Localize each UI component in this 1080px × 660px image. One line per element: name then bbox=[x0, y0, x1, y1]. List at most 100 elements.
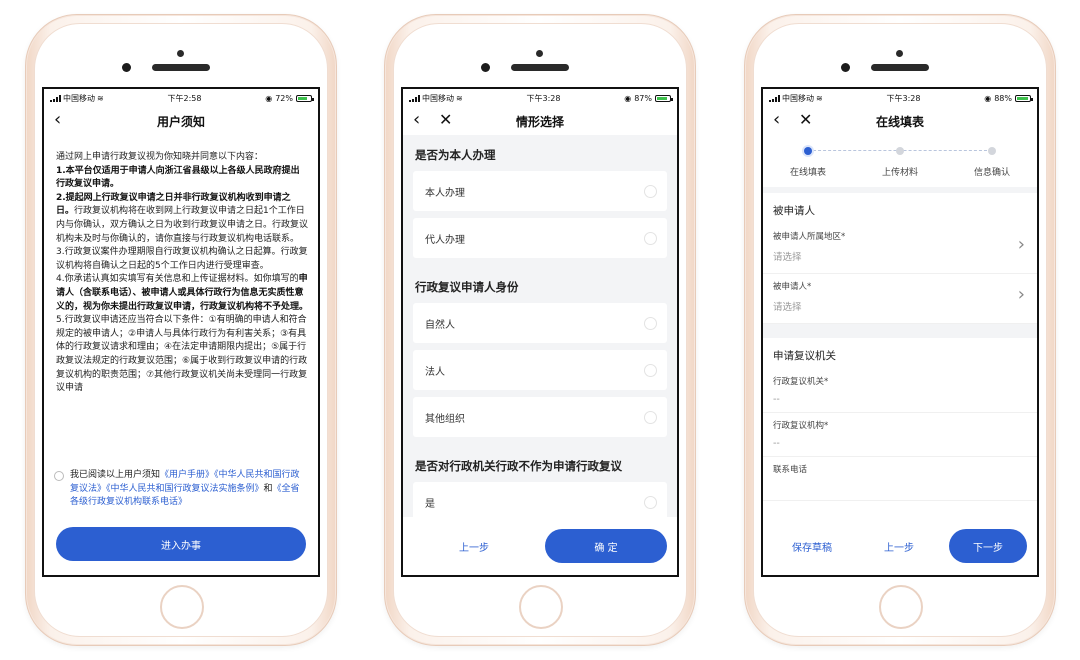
home-button[interactable] bbox=[879, 585, 923, 629]
front-camera bbox=[481, 63, 490, 72]
radio-icon[interactable] bbox=[644, 184, 657, 198]
wifi-icon: ≋ bbox=[816, 93, 823, 103]
notice-item-4: 4.你承诺认真如实填写有关信息和上传证据材料。如你填写的申请人（含联系电话）、被… bbox=[56, 274, 309, 312]
status-time: 下午2:58 bbox=[167, 93, 202, 103]
question-title: 行政复议申请人身份 bbox=[415, 280, 519, 294]
radio-icon[interactable] bbox=[644, 363, 657, 377]
battery-icon bbox=[655, 94, 673, 102]
question-title: 是否对行政机关行政不作为申请行政复议 bbox=[415, 459, 622, 473]
location-icon: ◉ bbox=[624, 93, 632, 103]
section-divider bbox=[763, 324, 1037, 338]
screen-online-form: 中国移动 ≋ 下午3:28 ◉ 88% ‹ ✕ 在线填表 在线填表 上传材料 信… bbox=[761, 87, 1039, 577]
earpiece-speaker bbox=[511, 64, 569, 71]
link-review-regulation[interactable]: 《中华人民共和国行政复议法实施条例》 bbox=[106, 484, 264, 494]
save-draft-button[interactable]: 保存草稿 bbox=[775, 539, 849, 554]
battery-icon bbox=[296, 94, 314, 102]
notice-item-3: 3.行政复议案件办理期限自行政复议机构确认之日起算。行政复议机构将自确认之日起的… bbox=[56, 247, 308, 271]
option-proxy[interactable]: 代人办理 bbox=[413, 218, 667, 258]
location-icon: ◉ bbox=[265, 93, 273, 103]
close-icon[interactable]: ✕ bbox=[799, 111, 812, 129]
signal-icon bbox=[409, 94, 420, 102]
page-title: 在线填表 bbox=[875, 114, 924, 129]
option-legal-person[interactable]: 法人 bbox=[413, 350, 667, 390]
earpiece-speaker bbox=[871, 64, 929, 71]
respondent-region-field[interactable]: 被申请人所属地区* 请选择 › bbox=[763, 224, 1037, 274]
contact-phone-field: 联系电话 bbox=[763, 457, 1037, 501]
carrier-label: 中国移动 bbox=[63, 93, 95, 103]
screen-situation-select: 中国移动 ≋ 下午3:28 ◉ 87% ‹ ✕ 情形选择 是否为本人办理 本人办… bbox=[401, 87, 679, 577]
question-title: 是否为本人办理 bbox=[415, 148, 496, 162]
step-dot bbox=[896, 147, 904, 155]
front-camera bbox=[841, 63, 850, 72]
battery-percent: 72% bbox=[275, 93, 293, 103]
earpiece-speaker bbox=[152, 64, 210, 71]
agreement-text: 我已阅读以上用户须知《用户手册》《中华人民共和国行政复议法》《中华人民共和国行政… bbox=[70, 470, 300, 508]
step-label: 信息确认 bbox=[973, 168, 1010, 178]
notice-item-2: 2.提起网上行政复议申请之日并非行政复议机构收到申请之日。行政复议机构将在收到网… bbox=[56, 192, 309, 244]
back-icon[interactable]: ‹ bbox=[413, 111, 420, 129]
radio-icon[interactable] bbox=[644, 231, 657, 245]
sensor-dot bbox=[536, 50, 543, 57]
option-other-org[interactable]: 其他组织 bbox=[413, 397, 667, 437]
step-dot bbox=[988, 147, 996, 155]
footer-bar: 上一步 确 定 bbox=[403, 517, 677, 575]
signal-icon bbox=[769, 94, 780, 102]
location-icon: ◉ bbox=[984, 93, 992, 103]
back-icon[interactable]: ‹ bbox=[54, 111, 61, 129]
option-yes[interactable]: 是 bbox=[413, 482, 667, 522]
phone-frame-3: 中国移动 ≋ 下午3:28 ◉ 88% ‹ ✕ 在线填表 在线填表 上传材料 信… bbox=[744, 14, 1056, 646]
step-label: 上传材料 bbox=[881, 168, 918, 178]
phone-frame-2: 中国移动 ≋ 下午3:28 ◉ 87% ‹ ✕ 情形选择 是否为本人办理 本人办… bbox=[384, 14, 696, 646]
notice-item-1: 1.本平台仅适用于申请人向浙江省县级以上各级人民政府提出行政复议申请。 bbox=[56, 165, 300, 190]
section-title: 申请复议机关 bbox=[773, 350, 836, 362]
notice-intro: 通过网上申请行政复议视为你知晓并同意以下内容： bbox=[56, 152, 264, 162]
review-agency-field: 行政复议机构* -- bbox=[763, 413, 1037, 457]
nav-bar: ‹ 用户须知 bbox=[44, 107, 318, 135]
chevron-right-icon: › bbox=[1017, 234, 1025, 255]
wifi-icon: ≋ bbox=[456, 93, 463, 103]
carrier-label: 中国移动 bbox=[782, 93, 814, 103]
agree-checkbox[interactable] bbox=[54, 471, 64, 481]
next-button[interactable]: 下一步 bbox=[949, 529, 1027, 563]
chevron-right-icon: › bbox=[1017, 284, 1025, 305]
respondent-field[interactable]: 被申请人* 请选择 › bbox=[763, 274, 1037, 324]
radio-icon[interactable] bbox=[644, 316, 657, 330]
battery-percent: 88% bbox=[994, 93, 1012, 103]
signal-icon bbox=[50, 94, 61, 102]
enter-button[interactable]: 进入办事 bbox=[56, 527, 306, 561]
home-button[interactable] bbox=[160, 585, 204, 629]
status-bar: 中国移动 ≋ 下午3:28 ◉ 88% bbox=[763, 89, 1037, 107]
status-bar: 中国移动 ≋ 下午2:58 ◉ 72% bbox=[44, 89, 318, 107]
prev-button[interactable]: 上一步 bbox=[415, 529, 533, 563]
section-title: 被申请人 bbox=[773, 205, 815, 217]
prev-button[interactable]: 上一步 bbox=[862, 539, 936, 554]
page-title: 情形选择 bbox=[515, 114, 564, 129]
footer-bar: 保存草稿 上一步 下一步 bbox=[763, 517, 1037, 575]
radio-icon[interactable] bbox=[644, 410, 657, 424]
nav-bar: ‹ ✕ 在线填表 bbox=[763, 107, 1037, 135]
step-label: 在线填表 bbox=[789, 168, 826, 178]
option-natural-person[interactable]: 自然人 bbox=[413, 303, 667, 343]
back-icon[interactable]: ‹ bbox=[773, 111, 780, 129]
close-icon[interactable]: ✕ bbox=[439, 111, 452, 129]
battery-icon bbox=[1015, 94, 1033, 102]
review-authority-field: 行政复议机关* -- bbox=[763, 369, 1037, 413]
agreement-row: 我已阅读以上用户须知《用户手册》《中华人民共和国行政复议法》《中华人民共和国行政… bbox=[44, 457, 318, 510]
front-camera bbox=[122, 63, 131, 72]
phone-frame-1: 中国移动 ≋ 下午2:58 ◉ 72% ‹ 用户须知 通过网上申请行政复议视为你… bbox=[25, 14, 337, 646]
home-button[interactable] bbox=[519, 585, 563, 629]
notice-text: 通过网上申请行政复议视为你知晓并同意以下内容： 1.本平台仅适用于申请人向浙江省… bbox=[44, 135, 318, 457]
radio-icon[interactable] bbox=[644, 495, 657, 509]
step-indicator: 在线填表 上传材料 信息确认 bbox=[763, 137, 1037, 187]
sensor-dot bbox=[177, 50, 184, 57]
confirm-button[interactable]: 确 定 bbox=[545, 529, 667, 563]
wifi-icon: ≋ bbox=[97, 93, 104, 103]
battery-percent: 87% bbox=[634, 93, 652, 103]
page-title: 用户须知 bbox=[156, 114, 205, 129]
option-self[interactable]: 本人办理 bbox=[413, 171, 667, 211]
screen-user-notice: 中国移动 ≋ 下午2:58 ◉ 72% ‹ 用户须知 通过网上申请行政复议视为你… bbox=[42, 87, 320, 577]
status-time: 下午3:28 bbox=[526, 93, 561, 103]
nav-bar: ‹ ✕ 情形选择 bbox=[403, 107, 677, 135]
link-user-manual[interactable]: 《用户手册》 bbox=[160, 470, 214, 480]
sensor-dot bbox=[896, 50, 903, 57]
